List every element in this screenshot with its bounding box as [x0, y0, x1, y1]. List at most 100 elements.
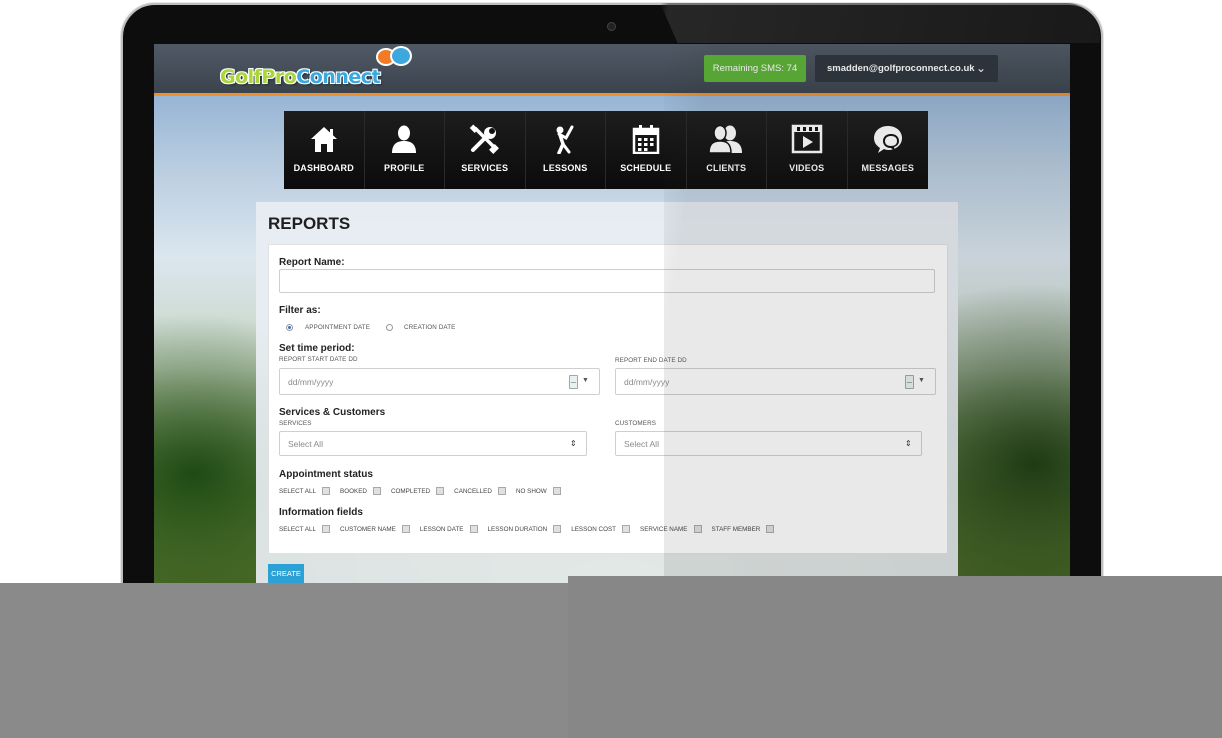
home-icon: [309, 111, 339, 157]
logo-text-golfpro: GolfPro: [220, 66, 297, 88]
radio-appointment-date-label: APPOINTMENT DATE: [305, 324, 371, 331]
radio-creation-date-label: CREATION DATE: [404, 324, 456, 331]
nav-label: PROFILE: [384, 163, 425, 173]
nav-label: VIDEOS: [789, 163, 825, 173]
radio-appointment-date[interactable]: [286, 324, 293, 331]
customers-select[interactable]: Select All ⇕: [615, 431, 922, 456]
start-date-dropdown-icon[interactable]: ▼: [582, 377, 589, 384]
services-select[interactable]: Select All ⇕: [279, 431, 587, 456]
status-option-label: COMPLETED: [390, 487, 431, 495]
report-name-input[interactable]: [279, 269, 935, 293]
start-date-label: REPORT START DATE DD: [279, 356, 358, 363]
information-fields-checkboxes: SELECT ALL CUSTOMER NAME LESSON DATE LES…: [279, 525, 784, 533]
nav-item-lessons[interactable]: LESSONS: [525, 111, 606, 189]
top-bar: GolfProConnect Remaining SMS: 74 smadden…: [154, 44, 1070, 96]
logo-text: GolfProConnect: [220, 66, 381, 88]
nav-label: SCHEDULE: [620, 163, 672, 173]
end-date-field[interactable]: dd/mm/yyyy ▼: [615, 368, 936, 395]
status-checkbox-select-all[interactable]: [322, 487, 330, 495]
user-icon: [389, 111, 419, 157]
nav-label: DASHBOARD: [293, 163, 354, 173]
nav-item-schedule[interactable]: SCHEDULE: [606, 111, 687, 189]
nav-label: SERVICES: [461, 163, 509, 173]
user-account-menu[interactable]: smadden@golfproconnect.co.uk ⌄: [815, 55, 998, 82]
status-option-label: NO SHOW: [515, 487, 547, 495]
field-option-label: LESSON DURATION: [487, 525, 548, 533]
radio-creation-date[interactable]: [386, 324, 393, 331]
field-checkbox-service-name[interactable]: [693, 525, 702, 533]
field-checkbox-lesson-date[interactable]: [469, 525, 478, 533]
status-option-label: CANCELLED: [454, 487, 492, 495]
field-option-label: LESSON COST: [571, 525, 617, 533]
nav-item-dashboard[interactable]: DASHBOARD: [284, 111, 365, 189]
golfer-icon: [552, 111, 578, 157]
start-date-spinner[interactable]: [569, 375, 578, 389]
logo[interactable]: GolfProConnect: [220, 46, 414, 88]
appointment-status-checkboxes: SELECT ALL BOOKED COMPLETED CANCELLED NO…: [279, 487, 571, 495]
create-button[interactable]: CREATE: [268, 564, 304, 583]
select-caret-icon: ⇕: [570, 439, 577, 448]
services-label: SERVICES: [279, 420, 312, 427]
app-screen: GolfProConnect Remaining SMS: 74 smadden…: [154, 44, 1070, 604]
blue-bubble-icon: [390, 46, 413, 66]
nav-item-profile[interactable]: PROFILE: [364, 111, 445, 189]
filter-label: Filter as:: [279, 305, 321, 316]
appointment-status-label: Appointment status: [279, 469, 373, 480]
chevron-down-icon: ⌄: [975, 61, 986, 75]
grey-overlay-block-right: [568, 576, 1222, 738]
services-customers-label: Services & Customers: [279, 407, 386, 418]
status-checkbox-no-show[interactable]: [552, 487, 561, 495]
status-checkbox-cancelled[interactable]: [497, 487, 506, 495]
nav-item-messages[interactable]: MESSAGES: [847, 111, 928, 189]
logo-text-connect: Connect: [296, 66, 381, 88]
status-checkbox-booked[interactable]: [372, 487, 381, 495]
field-option-label: CUSTOMER NAME: [340, 525, 396, 533]
status-checkbox-completed[interactable]: [436, 487, 445, 495]
end-date-dropdown-icon[interactable]: ▼: [918, 377, 925, 384]
status-option-label: SELECT ALL: [279, 487, 316, 495]
chat-icon: [871, 111, 905, 157]
customers-select-value: Select All: [624, 439, 659, 449]
tools-icon: [469, 111, 501, 157]
field-option-label: LESSON DATE: [419, 525, 464, 533]
select-caret-icon: ⇕: [905, 439, 912, 448]
start-date-placeholder: dd/mm/yyyy: [288, 377, 334, 387]
field-option-label: STAFF MEMBER: [711, 525, 761, 533]
stage: GolfProConnect Remaining SMS: 74 smadden…: [0, 0, 1222, 738]
field-option-label: SELECT ALL: [279, 525, 316, 533]
information-fields-label: Information fields: [279, 507, 363, 518]
report-form: Report Name: Filter as: APPOINTMENT DATE…: [268, 244, 948, 554]
users-icon: [708, 111, 744, 157]
nav-item-videos[interactable]: VIDEOS: [767, 111, 848, 189]
customers-label: CUSTOMERS: [615, 420, 657, 427]
video-icon: [791, 111, 823, 157]
field-checkbox-lesson-duration[interactable]: [553, 525, 562, 533]
nav-item-services[interactable]: SERVICES: [445, 111, 526, 189]
field-option-label: SERVICE NAME: [640, 525, 688, 533]
calendar-icon: [632, 111, 660, 157]
speech-bubbles-icon: [376, 46, 414, 76]
nav-label: LESSONS: [543, 163, 588, 173]
webcam-icon: [607, 22, 616, 31]
nav-item-clients[interactable]: CLIENTS: [686, 111, 767, 189]
field-checkbox-customer-name[interactable]: [401, 525, 410, 533]
nav-label: MESSAGES: [861, 163, 915, 173]
end-date-spinner[interactable]: [905, 375, 914, 389]
status-option-label: BOOKED: [340, 487, 367, 495]
user-email: smadden@golfproconnect.co.uk: [827, 63, 975, 74]
main-nav: DASHBOARD PROFILE SERVICES LESSONS SCHED…: [284, 111, 928, 189]
start-date-field[interactable]: dd/mm/yyyy ▼: [279, 368, 600, 395]
laptop-bezel-reflection: [660, 3, 1100, 43]
reports-panel: REPORTS Report Name: Filter as: APPOINTM…: [256, 202, 958, 604]
page-title: REPORTS: [268, 214, 351, 233]
remaining-sms-badge[interactable]: Remaining SMS: 74: [704, 55, 806, 82]
field-checkbox-staff-member[interactable]: [766, 525, 775, 533]
end-date-placeholder: dd/mm/yyyy: [624, 377, 670, 387]
services-select-value: Select All: [288, 439, 323, 449]
time-period-label: Set time period:: [279, 343, 355, 354]
end-date-label: REPORT END DATE DD: [615, 357, 687, 364]
field-checkbox-lesson-cost[interactable]: [622, 525, 631, 533]
field-checkbox-select-all[interactable]: [322, 525, 330, 533]
report-name-label: Report Name:: [279, 257, 345, 268]
nav-label: CLIENTS: [706, 163, 747, 173]
